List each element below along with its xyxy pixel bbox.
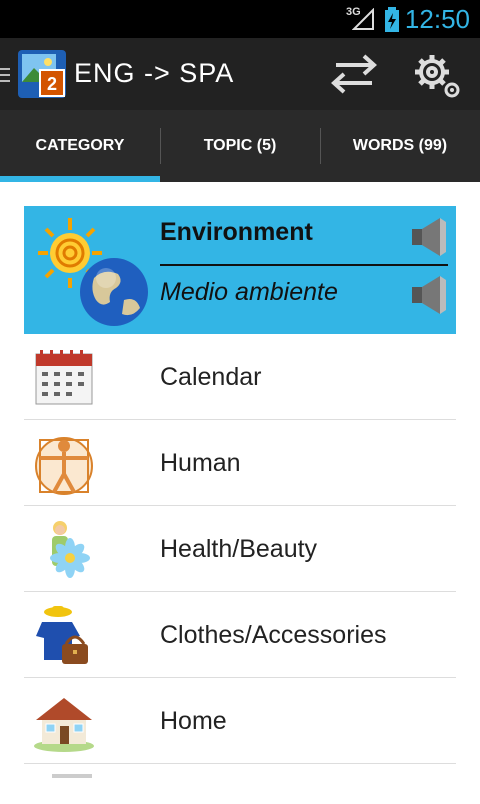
action-bar: 2 ENG -> SPA xyxy=(0,38,480,110)
swap-arrows-icon[interactable] xyxy=(330,52,378,96)
list-item-home[interactable]: Home xyxy=(24,678,456,764)
tab-bar: CATEGORY TOPIC (5) WORDS (99) xyxy=(0,110,480,182)
divider xyxy=(160,264,448,266)
woman-flower-icon xyxy=(50,521,90,578)
battery-charging-icon xyxy=(385,7,399,32)
calendar-icon xyxy=(35,350,93,405)
partial-icon xyxy=(52,774,92,778)
signal-icon xyxy=(352,8,374,30)
list-item-label: Calendar xyxy=(160,363,262,391)
vitruvian-man-icon xyxy=(35,437,93,495)
list-item-label: Human xyxy=(160,449,241,477)
selected-english-label: Environment xyxy=(160,218,313,246)
list-item-partial[interactable] xyxy=(24,764,456,804)
speaker-icon[interactable] xyxy=(408,216,450,258)
tab-topic-label: TOPIC (5) xyxy=(203,137,277,154)
list-item-human[interactable]: Human xyxy=(24,420,456,506)
list-item-label: Health/Beauty xyxy=(160,535,318,563)
svg-text:2: 2 xyxy=(47,74,57,94)
list-item-health-beauty[interactable]: Health/Beauty xyxy=(24,506,456,592)
status-bar: 3G 12:50 xyxy=(0,0,480,38)
clothes-icon xyxy=(36,606,88,664)
gear-icon[interactable] xyxy=(412,52,462,100)
category-list: Environment Medio ambiente Calendar Huma… xyxy=(24,206,456,804)
tab-topic[interactable]: TOPIC (5) xyxy=(160,110,320,182)
tab-words[interactable]: WORDS (99) xyxy=(320,110,480,182)
tab-category-label: CATEGORY xyxy=(35,137,125,154)
tab-words-label: WORDS (99) xyxy=(352,137,448,154)
drawer-indicator-icon[interactable] xyxy=(0,68,10,86)
tab-category[interactable]: CATEGORY xyxy=(0,110,160,182)
selected-spanish-label: Medio ambiente xyxy=(160,278,338,306)
list-item-label: Clothes/Accessories xyxy=(160,621,387,649)
list-item-clothes-accessories[interactable]: Clothes/Accessories xyxy=(24,592,456,678)
list-item-label: Home xyxy=(160,707,227,735)
house-icon xyxy=(34,698,94,752)
app-title: ENG -> SPA xyxy=(74,58,235,88)
sun-globe-icon xyxy=(38,218,148,326)
list-item-selected[interactable]: Environment Medio ambiente xyxy=(24,206,456,334)
speaker-icon[interactable] xyxy=(408,274,450,316)
clock: 12:50 xyxy=(404,4,470,34)
list-item-calendar[interactable]: Calendar xyxy=(24,334,456,420)
app-logo-icon[interactable]: 2 xyxy=(18,50,66,98)
